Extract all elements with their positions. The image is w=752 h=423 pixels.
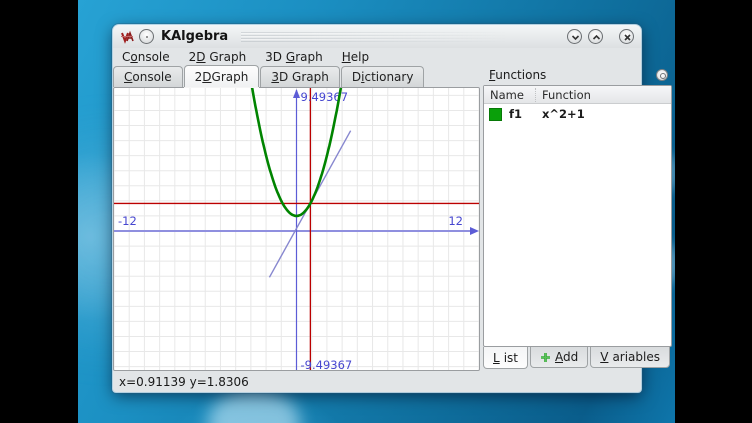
bokeh-circle	[208, 388, 300, 423]
close-button[interactable]	[619, 29, 634, 44]
chevron-up-icon	[591, 32, 602, 43]
plot-svg: -12129.49367-9.49367	[114, 88, 479, 371]
functions-dock-header: Functions	[483, 65, 672, 85]
window-body: Console 2D Graph 3D Graph Dictionary -12…	[113, 65, 641, 371]
titlebar-stripes	[241, 32, 556, 42]
tab-variables[interactable]: Variables	[590, 347, 670, 368]
column-header-name[interactable]: Name	[484, 88, 536, 102]
cursor-coordinates: x=0.91139 y=1.8306	[119, 375, 249, 389]
window-menu-button[interactable]	[139, 29, 154, 44]
functions-list-empty-area[interactable]	[484, 124, 671, 346]
plus-icon	[540, 352, 551, 363]
titlebar[interactable]: KAlgebra	[113, 25, 641, 48]
kalgebra-window: KAlgebra Console 2D Graph	[113, 25, 641, 392]
functions-list-header[interactable]: Name Function	[484, 86, 671, 104]
tab-console[interactable]: Console	[113, 66, 183, 87]
axis-label: -12	[118, 214, 137, 228]
menu-3d-graph[interactable]: 3D Graph	[265, 50, 323, 64]
function-row[interactable]: f1 x^2+1	[484, 104, 671, 124]
tab-add-label: Add	[555, 350, 578, 364]
window-title: KAlgebra	[159, 29, 230, 44]
menu-help[interactable]: Help	[342, 50, 369, 64]
tab-add[interactable]: Add	[530, 347, 588, 368]
functions-list[interactable]: Name Function f1 x^2+1	[483, 85, 672, 347]
axis-label: 12	[448, 214, 463, 228]
plot-column: Console 2D Graph 3D Graph Dictionary -12…	[113, 65, 480, 371]
menu-2d-graph[interactable]: 2D Graph	[189, 50, 247, 64]
column-header-function[interactable]: Function	[536, 88, 671, 102]
dock-float-icon[interactable]	[656, 69, 668, 81]
statusbar: x=0.91139 y=1.8306	[113, 371, 641, 392]
functions-dock-title: Functions	[489, 68, 546, 82]
menubar: Console 2D Graph 3D Graph Help	[113, 49, 641, 65]
function-name: f1	[509, 107, 536, 121]
menu-console[interactable]: Console	[122, 50, 170, 64]
function-expression: x^2+1	[536, 107, 585, 121]
main-tabbar: Console 2D Graph 3D Graph Dictionary	[113, 65, 480, 87]
dock-south-tabbar: List Add Variables	[483, 347, 672, 371]
tab-dictionary[interactable]: Dictionary	[341, 66, 425, 87]
axis-label: -9.49367	[301, 358, 353, 371]
close-icon	[622, 32, 633, 43]
x-axis-arrow	[470, 227, 479, 235]
chevron-down-icon	[570, 32, 581, 43]
maximize-button[interactable]	[588, 29, 603, 44]
kalgebra-icon	[120, 30, 134, 44]
functions-dock: Functions Name Function f1 x^2+1	[483, 65, 672, 371]
tab-3d-graph[interactable]: 3D Graph	[260, 66, 340, 87]
tab-2d-graph[interactable]: 2D Graph	[184, 65, 260, 87]
y-axis-arrow	[293, 89, 300, 98]
tab-list[interactable]: List	[483, 347, 528, 369]
graph-2d-view[interactable]: -12129.49367-9.49367	[113, 87, 480, 371]
minimize-button[interactable]	[567, 29, 582, 44]
desktop-background: KAlgebra Console 2D Graph	[78, 0, 675, 423]
function-color-swatch	[489, 108, 502, 121]
